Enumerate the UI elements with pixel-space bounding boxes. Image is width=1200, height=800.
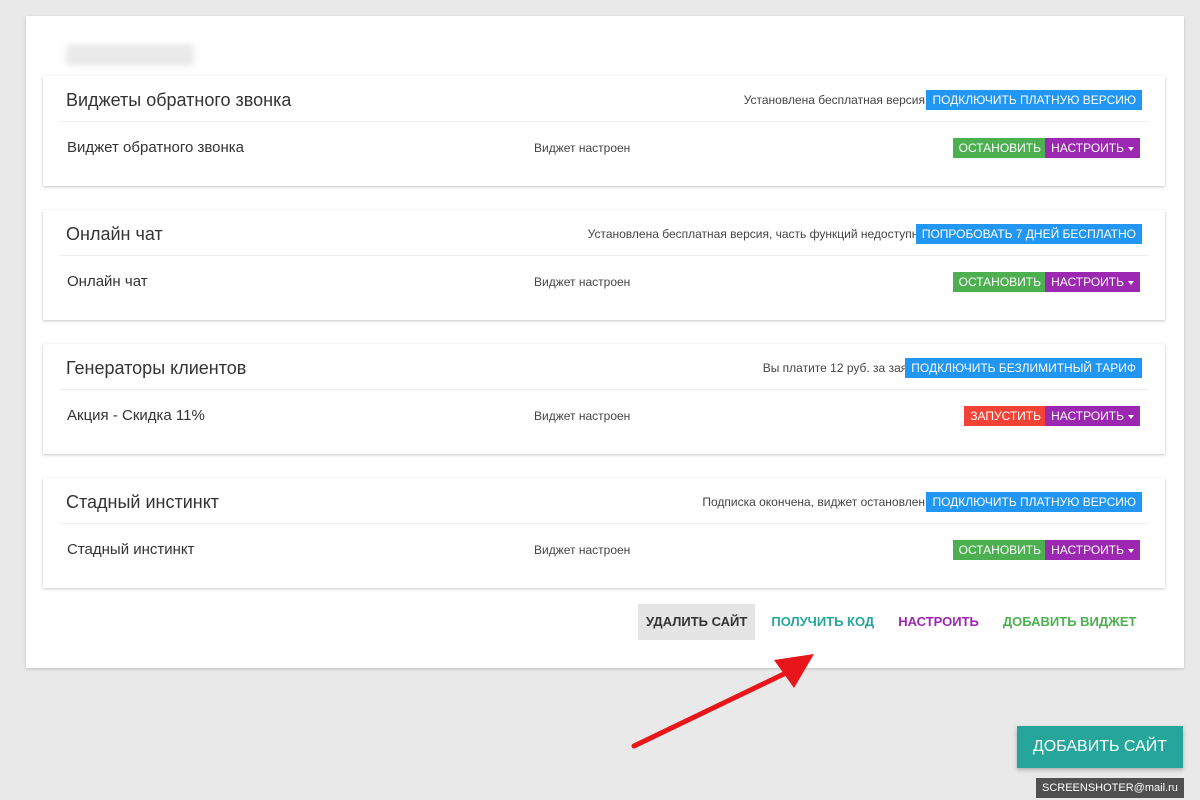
widget-settings-label: НАСТРОИТЬ [1051, 409, 1124, 423]
section-status: Установлена бесплатная версия [743, 93, 925, 107]
stop-button[interactable]: ОСТАНОВИТЬ [952, 272, 1047, 292]
add-widget-button[interactable]: ДОБАВИТЬ ВИДЖЕТ [995, 604, 1145, 640]
section-callback-widgets: Виджеты обратного звонка Установлена бес… [43, 76, 1165, 186]
red-arrow-icon [631, 654, 814, 749]
widget-settings-button[interactable]: НАСТРОИТЬ [1045, 138, 1140, 158]
site-settings-button[interactable]: НАСТРОИТЬ [890, 604, 987, 640]
section-title: Стадный инстинкт [66, 492, 220, 512]
widget-state: Виджет настроен [534, 275, 631, 289]
section-status: Подписка окончена, виджет остановлен [702, 495, 925, 509]
divider [60, 121, 1148, 122]
widget-name: Стадный инстинкт [67, 541, 195, 558]
page: Виджеты обратного звонка Установлена бес… [0, 0, 1200, 800]
widget-state: Виджет настроен [534, 409, 631, 423]
upgrade-button[interactable]: ПОДКЛЮЧИТЬ ПЛАТНУЮ ВЕРСИЮ [926, 90, 1142, 110]
widget-state: Виджет настроен [534, 543, 631, 557]
caret-down-icon [1128, 146, 1134, 151]
section-status: Установлена бесплатная версия, часть фун… [587, 227, 925, 241]
section-title: Генераторы клиентов [66, 358, 247, 378]
unlimited-plan-button[interactable]: ПОДКЛЮЧИТЬ БЕЗЛИМИТНЫЙ ТАРИФ [905, 358, 1142, 378]
widget-settings-button[interactable]: НАСТРОИТЬ [1045, 540, 1140, 560]
site-name-blurred [66, 44, 194, 66]
section-lead-generators: Генераторы клиентов Вы платите 12 руб. з… [43, 344, 1165, 454]
widget-state: Виджет настроен [534, 141, 631, 155]
stop-button[interactable]: ОСТАНОВИТЬ [952, 138, 1047, 158]
widget-settings-button[interactable]: НАСТРОИТЬ [1045, 406, 1140, 426]
section-title: Онлайн чат [66, 224, 163, 244]
caret-down-icon [1128, 548, 1134, 553]
widget-settings-label: НАСТРОИТЬ [1051, 275, 1124, 289]
section-title: Виджеты обратного звонка [66, 90, 292, 110]
get-code-button[interactable]: ПОЛУЧИТЬ КОД [763, 604, 882, 640]
stop-button[interactable]: ОСТАНОВИТЬ [952, 540, 1047, 560]
widget-name: Онлайн чат [67, 273, 148, 290]
widget-name: Виджет обратного звонка [67, 139, 245, 156]
widget-name: Акция - Скидка 11% [67, 407, 205, 424]
start-button[interactable]: ЗАПУСТИТЬ [964, 406, 1047, 426]
widget-settings-button[interactable]: НАСТРОИТЬ [1045, 272, 1140, 292]
divider [60, 523, 1148, 524]
section-herd-instinct: Стадный инстинкт Подписка окончена, видж… [43, 478, 1165, 588]
section-status: Вы платите 12 руб. за заявку [762, 361, 925, 375]
upgrade-button[interactable]: ПОДКЛЮЧИТЬ ПЛАТНУЮ ВЕРСИЮ [926, 492, 1142, 512]
caret-down-icon [1128, 280, 1134, 285]
site-card: Виджеты обратного звонка Установлена бес… [26, 16, 1184, 668]
caret-down-icon [1128, 414, 1134, 419]
widget-settings-label: НАСТРОИТЬ [1051, 141, 1124, 155]
divider [60, 255, 1148, 256]
section-online-chat: Онлайн чат Установлена бесплатная версия… [43, 210, 1165, 320]
divider [60, 389, 1148, 390]
trial-button[interactable]: ПОПРОБОВАТЬ 7 ДНЕЙ БЕСПЛАТНО [915, 224, 1142, 244]
widget-settings-label: НАСТРОИТЬ [1051, 543, 1124, 557]
delete-site-button[interactable]: УДАЛИТЬ САЙТ [638, 604, 756, 640]
add-site-button[interactable]: ДОБАВИТЬ САЙТ [1017, 726, 1183, 768]
screenshoter-watermark: SCREENSHOTER@mail.ru [1036, 778, 1184, 798]
site-footer-actions: УДАЛИТЬ САЙТ ПОЛУЧИТЬ КОД НАСТРОИТЬ ДОБА… [638, 604, 1145, 640]
